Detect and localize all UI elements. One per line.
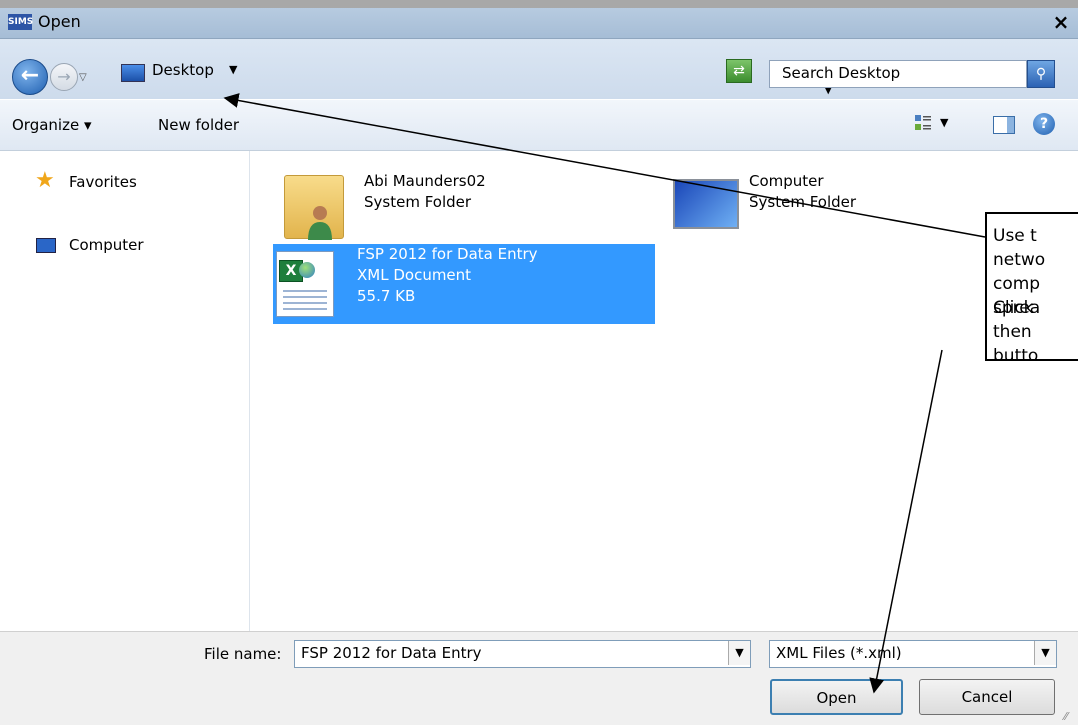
chevron-down-icon[interactable]: ▼ xyxy=(728,641,750,665)
file-item-xml-selected[interactable]: X FSP 2012 for Data Entry XML Document 5… xyxy=(273,244,655,324)
open-button[interactable]: Open xyxy=(770,679,903,715)
new-folder-button[interactable]: New folder xyxy=(158,113,239,137)
desktop-icon xyxy=(121,64,145,82)
star-icon: ★ xyxy=(35,168,55,193)
navigation-pane: ★ Favorites Computer xyxy=(0,151,250,631)
change-view-icon[interactable] xyxy=(914,114,932,132)
user-folder-icon xyxy=(284,175,344,240)
file-item-computer[interactable]: Computer System Folder xyxy=(665,171,925,241)
address-bar: ← → ▽ Desktop ▼ ▼ ⇄ Search Desktop ⚲ xyxy=(0,39,1078,99)
excel-xml-icon: X xyxy=(276,251,334,317)
file-type: System Folder xyxy=(364,193,472,211)
recent-pages-dropdown-icon[interactable]: ▽ xyxy=(79,72,87,83)
file-type-value[interactable]: XML Files (*.xml) xyxy=(776,644,902,662)
file-type-select[interactable]: XML Files (*.xml) ▼ xyxy=(769,640,1057,668)
top-border xyxy=(0,0,1078,8)
chevron-down-icon[interactable]: ▼ xyxy=(229,63,237,76)
file-name-field[interactable]: FSP 2012 for Data Entry ▼ xyxy=(294,640,751,668)
globe-icon xyxy=(299,262,315,278)
close-button[interactable]: × xyxy=(1049,10,1073,34)
file-item-user-folder[interactable]: Abi Maunders02 System Folder xyxy=(280,171,580,241)
file-type: XML Document xyxy=(357,266,472,284)
chevron-down-icon[interactable]: ▼ xyxy=(1034,641,1056,665)
file-item-text: FSP 2012 for Data Entry XML Document 55.… xyxy=(357,244,538,307)
search-icon[interactable]: ⚲ xyxy=(1027,60,1055,88)
refresh-button[interactable]: ⇄ xyxy=(726,59,752,83)
computer-icon xyxy=(673,179,739,229)
file-name: Abi Maunders02 xyxy=(364,172,486,190)
resize-grip-icon[interactable]: ⁄⁄ xyxy=(1064,710,1068,723)
file-name-label: File name: xyxy=(204,645,282,663)
sims-app-icon: SIMS xyxy=(8,14,33,30)
address-breadcrumb[interactable]: Desktop ▼ ▼ xyxy=(119,59,832,96)
file-name: FSP 2012 for Data Entry xyxy=(357,245,538,263)
dialog-footer: File name: FSP 2012 for Data Entry ▼ XML… xyxy=(0,631,1078,725)
nav-item-label: Favorites xyxy=(69,173,137,191)
command-toolbar: Organize ▾ New folder ▼ ? xyxy=(0,100,1078,151)
file-item-text: Abi Maunders02 System Folder xyxy=(364,171,486,213)
window-title: Open xyxy=(38,12,81,31)
file-item-text: Computer System Folder xyxy=(749,171,856,213)
search-input[interactable]: Search Desktop xyxy=(769,60,1027,88)
nav-item-label: Computer xyxy=(69,236,144,254)
computer-icon xyxy=(36,238,56,253)
organize-button[interactable]: Organize ▾ xyxy=(12,113,92,137)
callout-text-2: Click then butto xyxy=(993,298,1039,366)
preview-pane-icon[interactable] xyxy=(993,116,1015,134)
back-button[interactable]: ← xyxy=(12,59,48,95)
address-location[interactable]: Desktop xyxy=(152,61,214,79)
cancel-button[interactable]: Cancel xyxy=(919,679,1055,715)
search-placeholder: Search Desktop xyxy=(782,64,901,82)
help-icon[interactable]: ? xyxy=(1033,113,1055,135)
instruction-callout: Use t netwo comp sprea Click then butto xyxy=(985,212,1078,366)
file-list: Abi Maunders02 System Folder Computer Sy… xyxy=(250,151,1078,631)
view-options-dropdown-icon[interactable]: ▼ xyxy=(940,116,948,129)
file-type: System Folder xyxy=(749,193,857,211)
file-size: 55.7 KB xyxy=(357,287,416,305)
title-bar[interactable]: SIMS Open × xyxy=(0,8,1078,39)
file-name-value[interactable]: FSP 2012 for Data Entry xyxy=(301,644,482,662)
file-name: Computer xyxy=(749,172,824,190)
forward-button[interactable]: → xyxy=(50,63,78,91)
